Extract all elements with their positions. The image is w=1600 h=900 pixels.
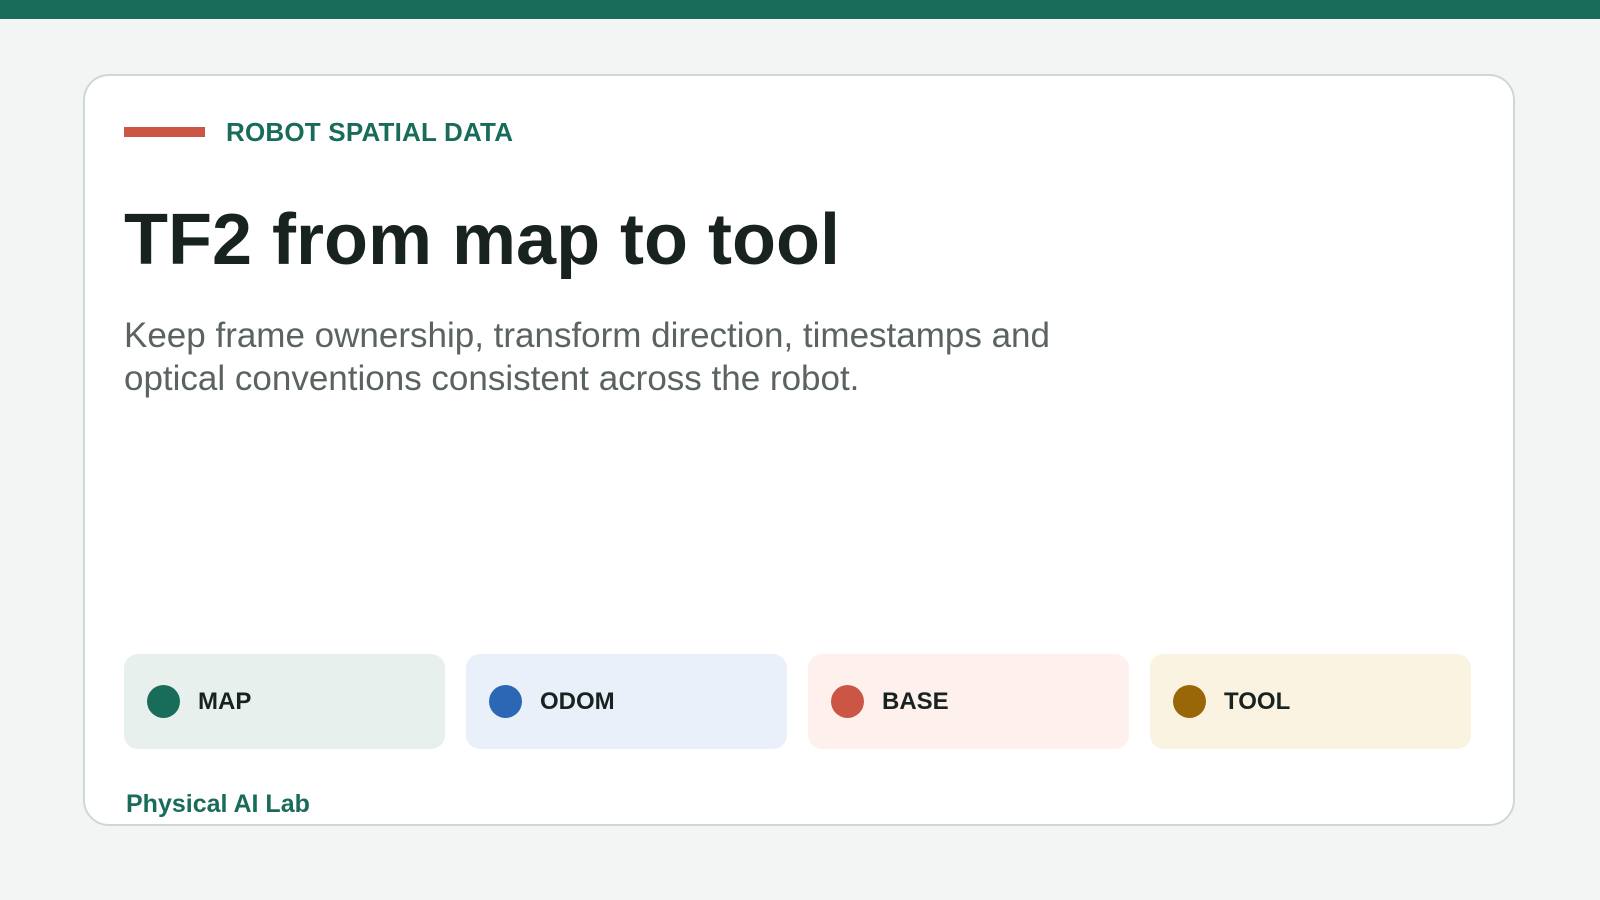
frame-dot-icon — [831, 685, 864, 718]
frame-pill-map: MAP — [124, 654, 445, 749]
eyebrow-label: ROBOT SPATIAL DATA — [226, 116, 514, 147]
frame-label: BASE — [882, 687, 949, 715]
eyebrow: ROBOT SPATIAL DATA — [124, 112, 513, 152]
footer-brand: Physical AI Lab — [126, 790, 310, 818]
frame-dot-icon — [147, 685, 180, 718]
frame-label: ODOM — [540, 687, 615, 715]
frame-label: MAP — [198, 687, 252, 715]
top-accent-bar — [0, 0, 1600, 19]
frame-pill-base: BASE — [808, 654, 1129, 749]
frame-dot-icon — [1173, 685, 1206, 718]
page-subtitle: Keep frame ownership, transform directio… — [124, 316, 1050, 398]
frame-pill-tool: TOOL — [1150, 654, 1471, 749]
frame-label: TOOL — [1224, 687, 1291, 715]
frame-pill-odom: ODOM — [466, 654, 787, 749]
eyebrow-accent-rule — [124, 127, 205, 137]
frame-dot-icon — [489, 685, 522, 718]
page-title: TF2 from map to tool — [124, 200, 840, 280]
frame-chain: MAP ODOM BASE TOOL — [124, 654, 1471, 749]
